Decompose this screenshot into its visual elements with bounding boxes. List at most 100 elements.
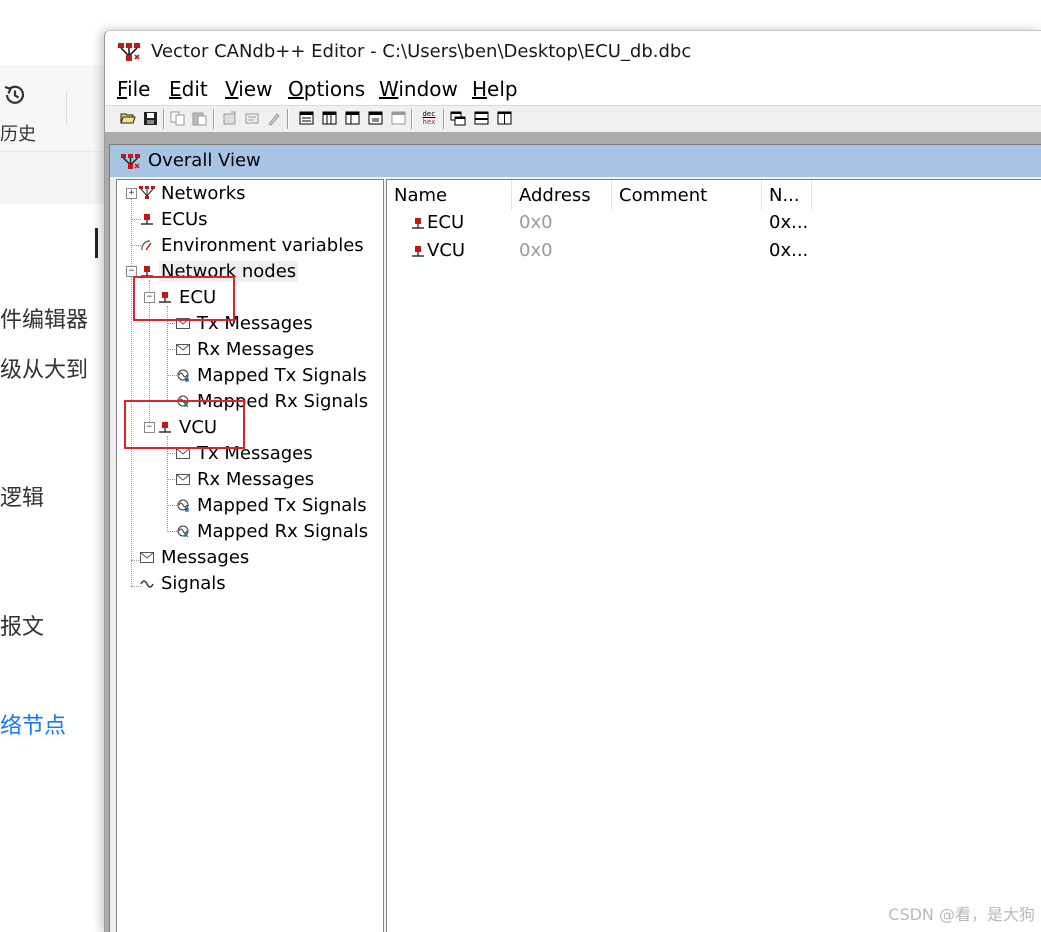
- tree-label: Rx Messages: [197, 338, 315, 360]
- view-preview-icon[interactable]: [366, 109, 384, 127]
- background-page: 历史 件编辑器 级从大到 逻辑 报文 络节点: [0, 0, 110, 931]
- history-icon[interactable]: [2, 82, 28, 108]
- hex-label: hex: [422, 118, 436, 126]
- column-header-label: Comment: [619, 184, 708, 206]
- menu-help-rest: elp: [487, 77, 518, 101]
- tile-vertical-icon[interactable]: [495, 109, 513, 127]
- tree-item-ecu-mapped-tx-signals[interactable]: Mapped Tx Signals: [175, 363, 369, 387]
- tree-label: Signals: [161, 572, 226, 594]
- menu-options-mnemonic: O: [288, 77, 304, 101]
- dec-hex-toggle-button[interactable]: dec hex: [419, 109, 439, 127]
- tile-horizontal-icon[interactable]: [472, 109, 490, 127]
- menu-view-rest: iew: [238, 77, 273, 101]
- tree-item-messages[interactable]: Messages: [139, 545, 251, 569]
- tree-item-vcu-mapped-tx-signals[interactable]: Mapped Tx Signals: [175, 493, 369, 517]
- menu-help[interactable]: Help: [472, 77, 518, 101]
- menu-options-rest: ptions: [303, 77, 366, 101]
- column-header-comment[interactable]: Comment: [612, 180, 762, 210]
- tree-label: Mapped Rx Signals: [197, 520, 369, 542]
- mapped-tx-signal-icon: [175, 497, 191, 513]
- menu-edit-mnemonic: E: [169, 77, 182, 101]
- toolbar-separator: [163, 109, 165, 129]
- cell-address: 0x0: [519, 240, 553, 261]
- menu-file[interactable]: File: [117, 77, 150, 101]
- node-icon: [411, 216, 425, 230]
- view-list-icon[interactable]: [297, 109, 315, 127]
- message-icon: [139, 549, 155, 565]
- overall-view-icon: [121, 154, 140, 169]
- tree-item-vcu-mapped-rx-signals[interactable]: Mapped Rx Signals: [175, 519, 370, 543]
- menu-window[interactable]: Window: [379, 77, 458, 101]
- tree-item-vcu-rx-messages[interactable]: Rx Messages: [175, 467, 316, 491]
- tree-label: Rx Messages: [197, 468, 315, 490]
- networks-expander[interactable]: +: [126, 188, 137, 199]
- menu-view-mnemonic: V: [225, 77, 239, 101]
- tree-item-networks[interactable]: Networks: [139, 181, 248, 205]
- view-columns-icon[interactable]: [343, 109, 361, 127]
- background-text-2: 级从大到: [0, 358, 89, 383]
- overall-view-title: Overall View: [148, 150, 261, 171]
- history-label[interactable]: 历史: [0, 120, 36, 146]
- menu-view[interactable]: View: [225, 77, 272, 101]
- edit-object-icon[interactable]: [243, 109, 261, 127]
- save-icon[interactable]: [141, 109, 159, 127]
- message-icon: [175, 471, 191, 487]
- tree-item-signals[interactable]: Signals: [139, 571, 228, 595]
- menu-options[interactable]: Options: [288, 77, 365, 101]
- column-header-n[interactable]: N...: [762, 180, 812, 210]
- message-icon: [175, 341, 191, 357]
- background-link[interactable]: 络节点: [0, 708, 66, 740]
- cell-name-text: VCU: [427, 240, 466, 261]
- menu-window-mnemonic: W: [379, 77, 399, 101]
- background-separator: [66, 92, 67, 124]
- mapped-rx-signal-icon: [175, 523, 191, 539]
- tree-label: Mapped Tx Signals: [197, 494, 367, 516]
- cell-name: ECU: [411, 212, 464, 233]
- candb-app-icon: [118, 43, 140, 61]
- menu-edit[interactable]: Edit: [169, 77, 208, 101]
- overall-view-body: + − − − Networks ECUs Environment variab…: [116, 179, 1041, 932]
- paste-icon[interactable]: [191, 109, 209, 127]
- mdi-client-area: Overall View + − − − Networks ECUs Envir…: [105, 132, 1041, 932]
- cell-address: 0x0: [519, 212, 553, 233]
- menu-file-rest: ile: [127, 77, 151, 101]
- menu-window-rest: indow: [398, 77, 458, 101]
- tree-item-environment-variables[interactable]: Environment variables: [139, 233, 366, 257]
- annotation-box-vcu: [124, 400, 245, 449]
- background-band: [0, 152, 110, 204]
- candb-window: Vector CANdb++ Editor - C:\Users\ben\Des…: [104, 30, 1041, 932]
- column-header-name[interactable]: Name: [387, 180, 512, 210]
- wizard-icon[interactable]: [265, 109, 283, 127]
- open-folder-icon[interactable]: [119, 109, 137, 127]
- tree-label: Networks: [161, 182, 246, 204]
- cell-name: VCU: [411, 240, 465, 261]
- tree-item-ecu-rx-messages[interactable]: Rx Messages: [175, 337, 316, 361]
- new-object-icon[interactable]: [221, 109, 239, 127]
- copy-icon[interactable]: [169, 109, 187, 127]
- menu-bar: File Edit View Options Window Help: [105, 73, 1041, 105]
- list-row-ecu[interactable]: ECU 0x0 0x...: [387, 210, 1041, 238]
- background-text-4: 报文: [0, 615, 45, 640]
- background-text-1: 件编辑器: [0, 308, 89, 333]
- view-disabled-icon[interactable]: [389, 109, 407, 127]
- column-header-address[interactable]: Address: [512, 180, 612, 210]
- background-text-3: 逻辑: [0, 486, 45, 511]
- overall-view-title-bar[interactable]: Overall View: [110, 145, 1041, 177]
- toolbar-separator: [443, 109, 445, 129]
- list-row-vcu[interactable]: VCU 0x0 0x...: [387, 238, 1041, 266]
- view-details-icon[interactable]: [320, 109, 338, 127]
- node-icon: [411, 244, 425, 258]
- ecu-icon: [139, 211, 155, 227]
- title-bar[interactable]: Vector CANdb++ Editor - C:\Users\ben\Des…: [105, 31, 1041, 73]
- annotation-box-ecu: [133, 276, 235, 321]
- environment-variable-icon: [139, 237, 155, 253]
- column-header-label: N...: [769, 184, 800, 206]
- cascade-windows-icon[interactable]: [449, 109, 467, 127]
- overall-view-window: Overall View + − − − Networks ECUs Envir…: [109, 144, 1041, 932]
- toolbar-separator: [213, 109, 215, 129]
- menu-help-mnemonic: H: [472, 77, 488, 101]
- object-list[interactable]: Name Address Comment N... ECU 0x0 0x... …: [386, 179, 1041, 932]
- network-icon: [139, 185, 155, 201]
- tree-label: Mapped Tx Signals: [197, 364, 367, 386]
- tree-item-ecus[interactable]: ECUs: [139, 207, 210, 231]
